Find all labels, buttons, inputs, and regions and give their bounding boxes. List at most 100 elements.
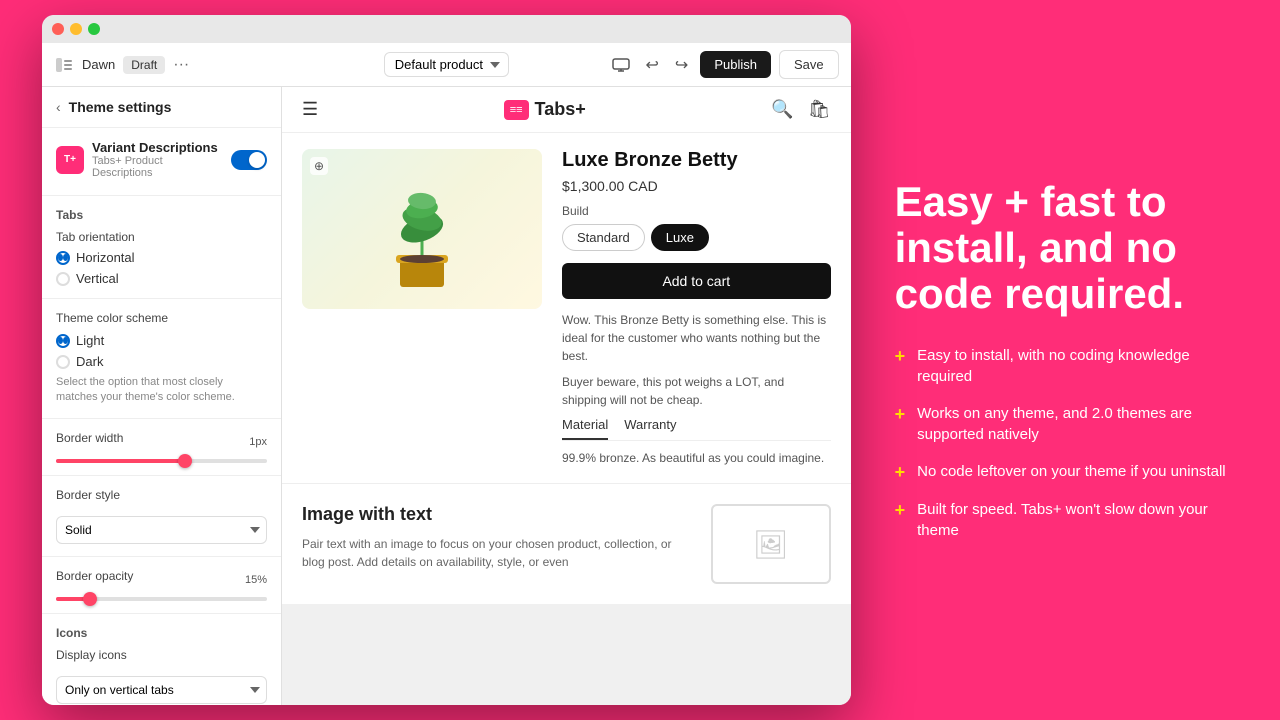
plugin-sub: Tabs+ Product Descriptions bbox=[92, 155, 223, 179]
feature-text-4: Built for speed. Tabs+ won't slow down y… bbox=[917, 499, 1236, 541]
dark-label: Dark bbox=[76, 354, 103, 369]
display-icons-label: Display icons bbox=[56, 648, 267, 662]
vertical-radio[interactable] bbox=[56, 272, 70, 286]
mac-titlebar bbox=[42, 15, 851, 43]
tab-warranty[interactable]: Warranty bbox=[624, 417, 676, 440]
plugin-section: T+ Variant Descriptions Tabs+ Product De… bbox=[42, 128, 281, 196]
cart-icon[interactable]: 🛍 bbox=[808, 99, 831, 120]
editor-bar-center: Default product bbox=[384, 52, 509, 77]
plugin-icon: T+ bbox=[56, 146, 84, 174]
editor-bar: Dawn Draft ··· Default product ↩ ↪ Publi… bbox=[42, 43, 851, 87]
tab-content: 99.9% bronze. As beautiful as you could … bbox=[562, 449, 831, 467]
display-icons-select[interactable]: Only on vertical tabs bbox=[56, 676, 267, 704]
light-radio[interactable] bbox=[56, 334, 70, 348]
maximize-button[interactable] bbox=[88, 23, 100, 35]
dark-radio[interactable] bbox=[56, 355, 70, 369]
border-opacity-value: 15% bbox=[245, 574, 267, 586]
color-scheme-section: Theme color scheme Light Dark Select the… bbox=[42, 299, 281, 419]
color-light[interactable]: Light bbox=[56, 333, 267, 348]
feature-plus-3: + bbox=[895, 462, 906, 483]
horizontal-radio[interactable] bbox=[56, 251, 70, 265]
feature-list: + Easy to install, with no coding knowle… bbox=[895, 345, 1236, 541]
more-options-icon[interactable]: ··· bbox=[173, 56, 189, 74]
product-price: $1,300.00 CAD bbox=[562, 178, 831, 194]
feature-item-1: + Easy to install, with no coding knowle… bbox=[895, 345, 1236, 387]
plugin-info: Variant Descriptions Tabs+ Product Descr… bbox=[92, 140, 223, 179]
border-opacity-label: Border opacity bbox=[56, 569, 133, 583]
plugin-toggle[interactable] bbox=[231, 150, 267, 170]
border-width-value: 1px bbox=[249, 436, 267, 448]
border-style-label: Border style bbox=[56, 488, 267, 502]
border-opacity-track[interactable] bbox=[56, 597, 267, 601]
hamburger-icon[interactable]: ☰ bbox=[302, 99, 318, 120]
border-opacity-thumb[interactable] bbox=[83, 592, 97, 606]
store-logo: ≡≡ Tabs+ bbox=[504, 99, 586, 120]
feature-item-2: + Works on any theme, and 2.0 themes are… bbox=[895, 403, 1236, 445]
sidebar-header: ‹ Theme settings bbox=[42, 87, 281, 128]
product-info: Luxe Bronze Betty $1,300.00 CAD Build St… bbox=[562, 149, 831, 467]
color-dark[interactable]: Dark bbox=[56, 354, 267, 369]
border-opacity-section: Border opacity 15% bbox=[42, 557, 281, 614]
sidebar: ‹ Theme settings T+ Variant Descriptions… bbox=[42, 87, 282, 705]
border-width-track[interactable] bbox=[56, 459, 267, 463]
image-text-desc: Pair text with an image to focus on your… bbox=[302, 535, 691, 571]
store-header: ☰ ≡≡ Tabs+ 🔍 🛍 bbox=[282, 87, 851, 133]
feature-plus-2: + bbox=[895, 404, 906, 425]
save-button[interactable]: Save bbox=[779, 50, 839, 79]
monitor-icon[interactable] bbox=[608, 54, 634, 76]
border-style-section: Border style Solid bbox=[42, 476, 281, 557]
border-width-section: Border width 1px bbox=[42, 419, 281, 476]
close-button[interactable] bbox=[52, 23, 64, 35]
editor-bar-right: ↩ ↪ Publish Save bbox=[517, 50, 839, 79]
border-width-thumb[interactable] bbox=[178, 454, 192, 468]
feature-text-2: Works on any theme, and 2.0 themes are s… bbox=[917, 403, 1236, 445]
feature-item-4: + Built for speed. Tabs+ won't slow down… bbox=[895, 499, 1236, 541]
minimize-button[interactable] bbox=[70, 23, 82, 35]
search-icon[interactable]: 🔍 bbox=[771, 99, 793, 120]
feature-item-3: + No code leftover on your theme if you … bbox=[895, 461, 1236, 483]
product-tabs: Material Warranty bbox=[562, 417, 831, 441]
light-label: Light bbox=[76, 333, 104, 348]
zoom-icon[interactable]: ⊕ bbox=[310, 157, 328, 175]
orientation-vertical[interactable]: Vertical bbox=[56, 271, 267, 286]
color-scheme-label: Theme color scheme bbox=[56, 311, 267, 325]
color-radio-group: Light Dark bbox=[56, 333, 267, 369]
luxe-variant[interactable]: Luxe bbox=[651, 224, 709, 251]
theme-name: Dawn bbox=[82, 57, 115, 72]
placeholder-icon: 🖼 bbox=[753, 528, 789, 561]
border-width-fill bbox=[56, 459, 183, 463]
sidebar-toggle-icon[interactable] bbox=[54, 55, 74, 75]
back-button[interactable]: ‹ bbox=[56, 99, 61, 115]
plugin-row: T+ Variant Descriptions Tabs+ Product De… bbox=[56, 140, 267, 179]
marketing-headline: Easy + fast to install, and no code requ… bbox=[895, 179, 1236, 318]
theme-select[interactable]: Default product bbox=[384, 52, 509, 77]
product-image: ⊕ bbox=[302, 149, 542, 309]
product-desc2: Buyer beware, this pot weighs a LOT, and… bbox=[562, 373, 831, 409]
tab-material[interactable]: Material bbox=[562, 417, 608, 440]
redo-icon[interactable]: ↪ bbox=[671, 51, 692, 79]
image-text-section: Image with text Pair text with an image … bbox=[282, 483, 851, 604]
product-desc1: Wow. This Bronze Betty is something else… bbox=[562, 311, 831, 365]
build-label: Build bbox=[562, 204, 831, 218]
draft-badge: Draft bbox=[123, 56, 165, 74]
undo-icon[interactable]: ↩ bbox=[642, 51, 663, 79]
image-placeholder: 🖼 bbox=[711, 504, 831, 584]
product-name: Luxe Bronze Betty bbox=[562, 149, 831, 172]
tab-orientation-label: Tab orientation bbox=[56, 230, 267, 244]
feature-plus-1: + bbox=[895, 346, 906, 367]
add-to-cart-button[interactable]: Add to cart bbox=[562, 263, 831, 299]
variant-buttons: Standard Luxe bbox=[562, 224, 831, 251]
orientation-horizontal[interactable]: Horizontal bbox=[56, 250, 267, 265]
plugin-name: Variant Descriptions bbox=[92, 140, 223, 155]
color-hint: Select the option that most closely matc… bbox=[56, 375, 267, 406]
border-style-select[interactable]: Solid bbox=[56, 516, 267, 544]
feature-text-1: Easy to install, with no coding knowledg… bbox=[917, 345, 1236, 387]
marketing-panel: Easy + fast to install, and no code requ… bbox=[851, 139, 1280, 582]
editor-bar-left: Dawn Draft ··· bbox=[54, 55, 376, 75]
vertical-label: Vertical bbox=[76, 271, 119, 286]
preview-area: ☰ ≡≡ Tabs+ 🔍 🛍 ⊕ bbox=[282, 87, 851, 705]
logo-icon: ≡≡ bbox=[504, 100, 529, 120]
standard-variant[interactable]: Standard bbox=[562, 224, 645, 251]
tabs-section: Tabs Tab orientation Horizontal Vertical bbox=[42, 196, 281, 299]
publish-button[interactable]: Publish bbox=[700, 51, 771, 78]
